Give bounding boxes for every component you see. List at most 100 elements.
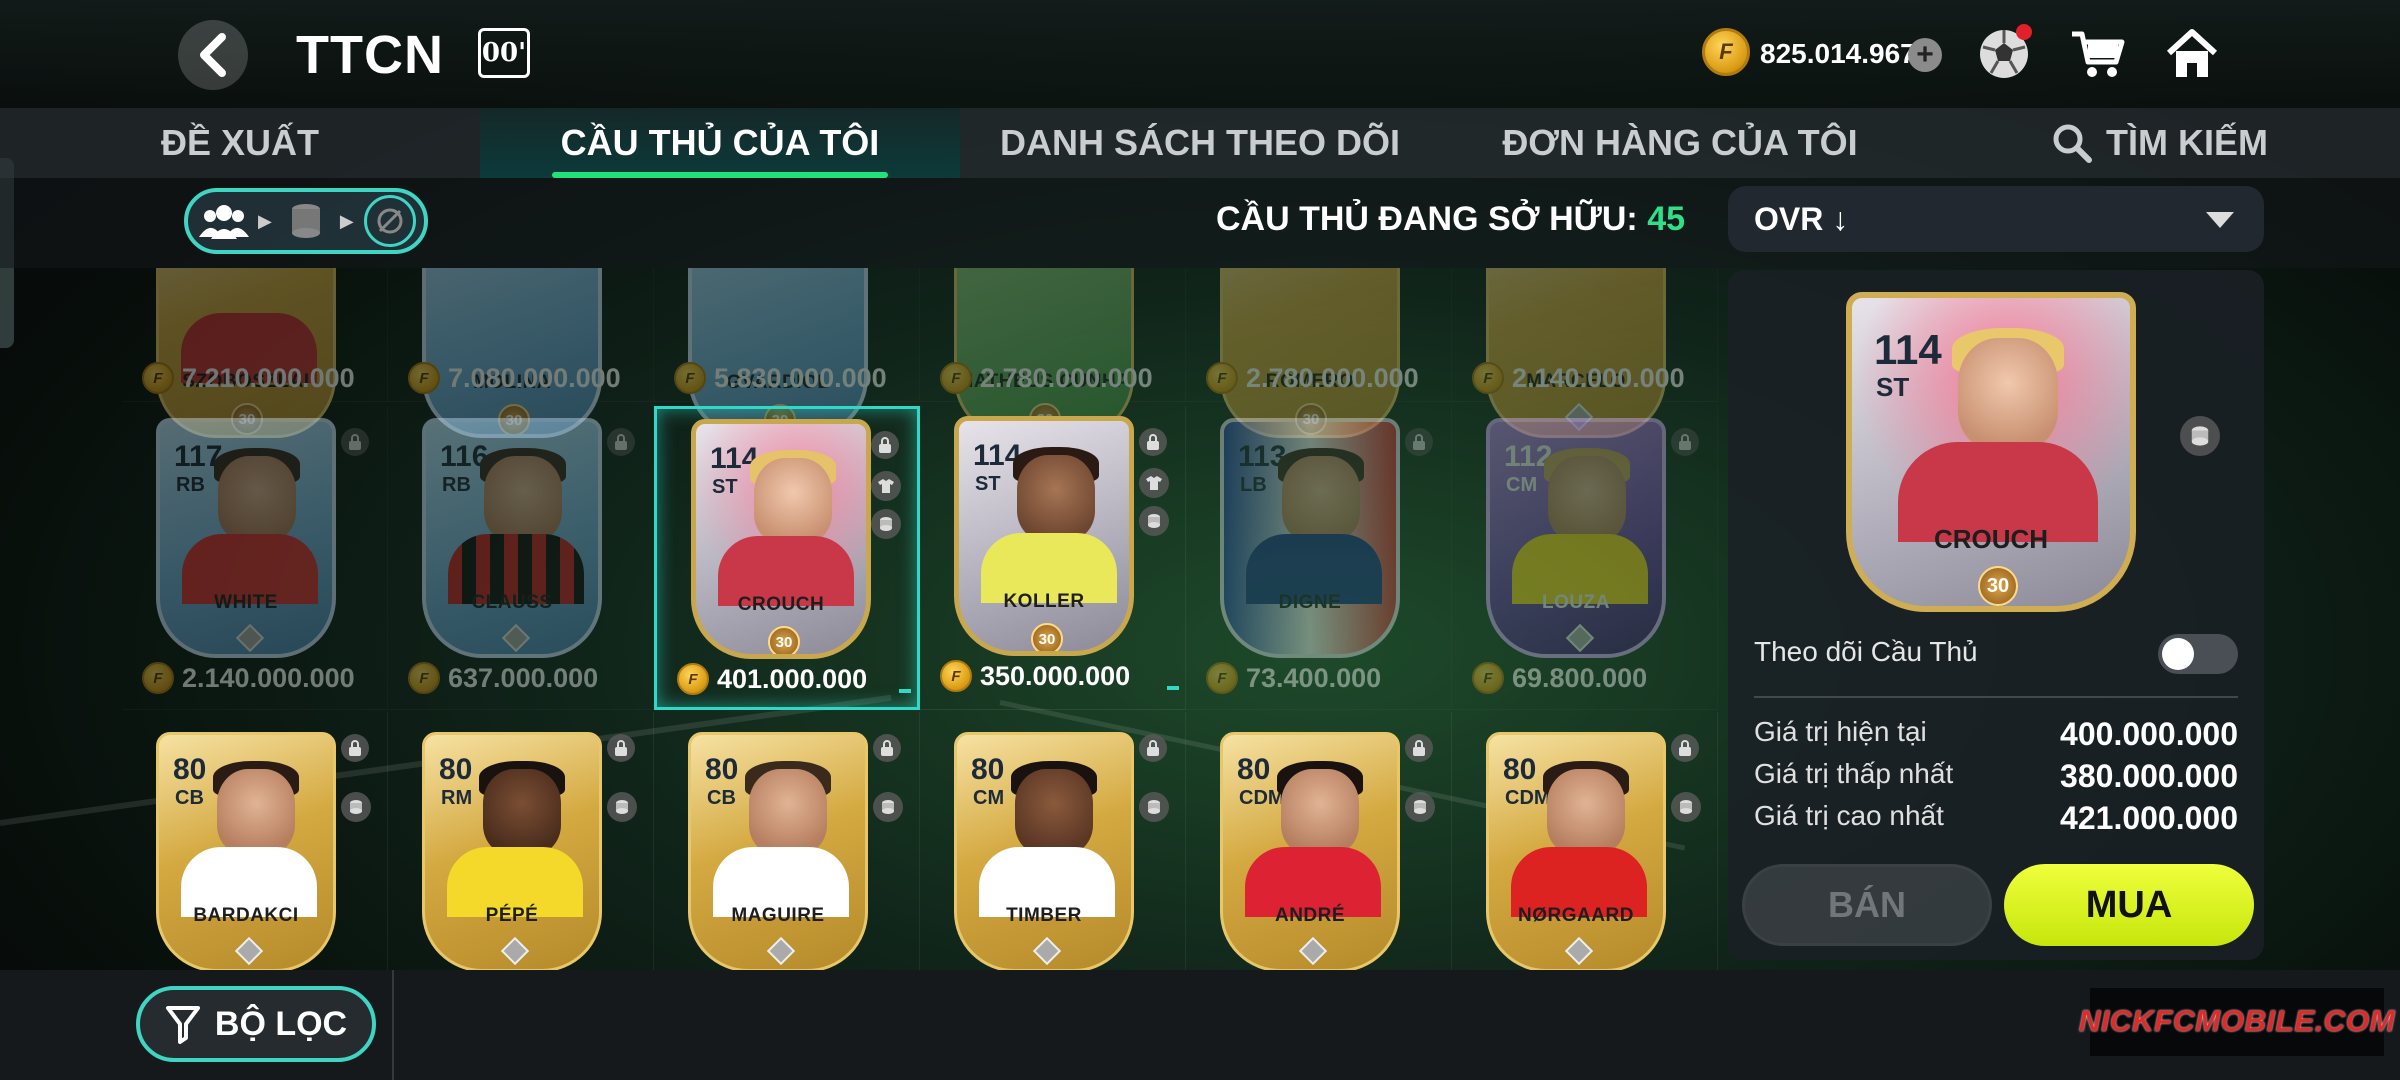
min-value: 380.000.000 <box>2060 758 2238 794</box>
max-value-row: Giá trị cao nhất 421.000.000 <box>1754 800 2238 837</box>
lock-icon <box>873 734 901 762</box>
price-indicator <box>899 689 911 693</box>
coin-balance: 825.014.967 <box>1760 38 1916 69</box>
player-position: CB <box>707 787 736 809</box>
back-button[interactable] <box>178 20 248 90</box>
coins-stack-icon <box>607 792 637 822</box>
lock-icon <box>1139 734 1167 762</box>
player-name: KOLLER <box>1003 591 1085 612</box>
tab-my-players[interactable]: CẦU THỦ CỦA TÔI <box>480 108 960 178</box>
coin-icon: F <box>940 362 972 394</box>
player-price: F 5.830.000.000 <box>674 362 887 394</box>
coin-icon: F <box>674 362 706 394</box>
player-card-cell[interactable]: 80 RM PÉPÉ <box>388 712 654 970</box>
player-price: F 7.210.000.000 <box>142 362 355 394</box>
filter-button[interactable]: BỘ LỌC <box>136 986 376 1062</box>
player-card-cell[interactable]: 80 CDM ANDRÉ <box>1186 712 1452 970</box>
follow-label: Theo dõi Cầu Thủ <box>1754 636 1978 667</box>
player-card-cell[interactable]: 116 RB CLAUSS F 637.000.000 <box>388 406 654 710</box>
view-mode-toggle[interactable]: ▶ ▶ <box>184 188 428 254</box>
players-icon <box>196 196 252 246</box>
player-card-cell[interactable]: GVARDIOL30 F5.830.000.000 <box>654 268 920 438</box>
add-coins-button[interactable]: + <box>1908 38 1942 72</box>
player-card-cell-selected[interactable]: 114 ST CROUCH 30 F 401.000.000 <box>654 406 920 710</box>
price-value: 7.210.000.000 <box>182 362 355 393</box>
player-card-cell[interactable]: ROMERO30 F2.780.000.000 <box>1186 268 1452 438</box>
home-button[interactable] <box>2160 24 2224 84</box>
lock-icon <box>1139 428 1167 456</box>
lock-icon <box>1405 734 1433 762</box>
coin-icon: F <box>1472 662 1504 694</box>
player-detail-panel: 114 ST CROUCH 30 Theo dõi Cầu Thủ Giá tr… <box>1728 270 2264 960</box>
player-name: MAGUIRE <box>731 905 825 926</box>
rank-gem-icon <box>235 623 265 653</box>
coin-icon: F <box>408 362 440 394</box>
player-position: LB <box>1240 474 1267 496</box>
tab-my-orders[interactable]: ĐƠN HÀNG CỦA TÔI <box>1440 108 1920 178</box>
buy-button[interactable]: MUA <box>2004 864 2254 946</box>
tab-search[interactable]: TÌM KIẾM <box>1920 108 2400 178</box>
min-value-label: Giá trị thấp nhất <box>1754 758 1954 789</box>
player-card: 116 RB CLAUSS <box>422 418 602 658</box>
player-card-cell[interactable]: 117 RB WHITE F 2.140.000.000 <box>122 406 388 710</box>
player-name: NØRGAARD <box>1518 905 1634 926</box>
player-card-cell[interactable]: MARCELO F 2.140.000.000 <box>1452 268 1718 438</box>
price-value: 2.780.000.000 <box>1246 362 1419 393</box>
player-card-cell[interactable]: 80 CM TIMBER <box>920 712 1186 970</box>
price-value: 350.000.000 <box>980 660 1131 691</box>
sort-value: OVR ↓ <box>1754 200 1849 237</box>
min-value-row: Giá trị thấp nhất 380.000.000 <box>1754 758 2238 795</box>
player-card: 113 LB DIGNE <box>1220 418 1400 658</box>
divider <box>1754 696 2238 698</box>
lock-icon <box>871 431 899 459</box>
price-value: 401.000.000 <box>717 663 868 694</box>
player-card-cell[interactable]: 113 LB DIGNE F 73.400.000 <box>1186 406 1452 710</box>
player-card-cell[interactable]: MOLINA30 F7.080.000.000 <box>388 268 654 438</box>
price-value: 2.140.000.000 <box>182 662 355 693</box>
player-card-cell[interactable]: 112 CM LOUZA F 69.800.000 <box>1452 406 1718 710</box>
player-price: F 401.000.000 <box>677 663 867 695</box>
price-value: 5.830.000.000 <box>714 362 887 393</box>
tab-watchlist[interactable]: DANH SÁCH THEO DÕI <box>960 108 1440 178</box>
rank-gem-icon <box>1565 623 1595 653</box>
player-position: CM <box>1506 474 1538 496</box>
level-badge: 30 <box>768 626 800 654</box>
toggle-knob <box>2162 638 2194 670</box>
player-price: F 7.080.000.000 <box>408 362 621 394</box>
player-price: F 73.400.000 <box>1206 662 1381 694</box>
price-value: 7.080.000.000 <box>448 362 621 393</box>
coin-icon: F <box>1206 662 1238 694</box>
player-name: CLAUSS <box>471 592 553 613</box>
rank-gem-icon <box>1032 936 1062 966</box>
player-card: 114 ST KOLLER 30 <box>954 416 1134 656</box>
tab-suggested[interactable]: ĐỀ XUẤT <box>0 108 480 178</box>
price-indicator <box>1167 686 1179 690</box>
coin-icon: F <box>1702 28 1750 76</box>
player-card-cell[interactable]: 114 ST KOLLER 30 F 350.000.000 <box>920 406 1186 710</box>
ball-menu-button[interactable] <box>1972 24 2036 84</box>
player-card-cell[interactable]: 80 CB BARDAKCI <box>122 712 388 970</box>
player-card-cell[interactable]: MATHEUS CUNHA30 F2.780.000.000 <box>920 268 1186 438</box>
price-value: 73.400.000 <box>1246 662 1382 693</box>
home-icon <box>2166 29 2218 77</box>
player-name: TIMBER <box>1006 905 1082 926</box>
sort-dropdown[interactable]: OVR ↓ <box>1728 186 2264 252</box>
price-value: 2.780.000.000 <box>980 362 1153 393</box>
player-card-cell[interactable]: SZOBOSZLAI30 F7.210.000.000 <box>122 268 388 438</box>
current-value-label: Giá trị hiện tại <box>1754 716 1927 747</box>
sell-button[interactable]: BÁN <box>1742 864 1992 946</box>
follow-toggle[interactable] <box>2158 634 2238 674</box>
player-price: F 637.000.000 <box>408 662 598 694</box>
player-name: ANDRÉ <box>1274 905 1346 926</box>
player-card: 114 ST CROUCH 30 <box>691 419 871 659</box>
coins-stack-icon[interactable] <box>2180 416 2220 456</box>
player-card-cell[interactable]: 80 CB MAGUIRE <box>654 712 920 970</box>
player-card-cell[interactable]: 80 CDM NØRGAARD <box>1452 712 1718 970</box>
disabled-icon <box>363 195 416 247</box>
lock-icon <box>341 428 369 456</box>
watermark: NICKFCMOBILE.COM <box>2079 988 2395 1056</box>
lock-icon <box>607 734 635 762</box>
coins-stack-icon <box>1139 506 1169 536</box>
player-position: ST <box>975 473 1001 495</box>
shop-button[interactable] <box>2066 24 2130 84</box>
